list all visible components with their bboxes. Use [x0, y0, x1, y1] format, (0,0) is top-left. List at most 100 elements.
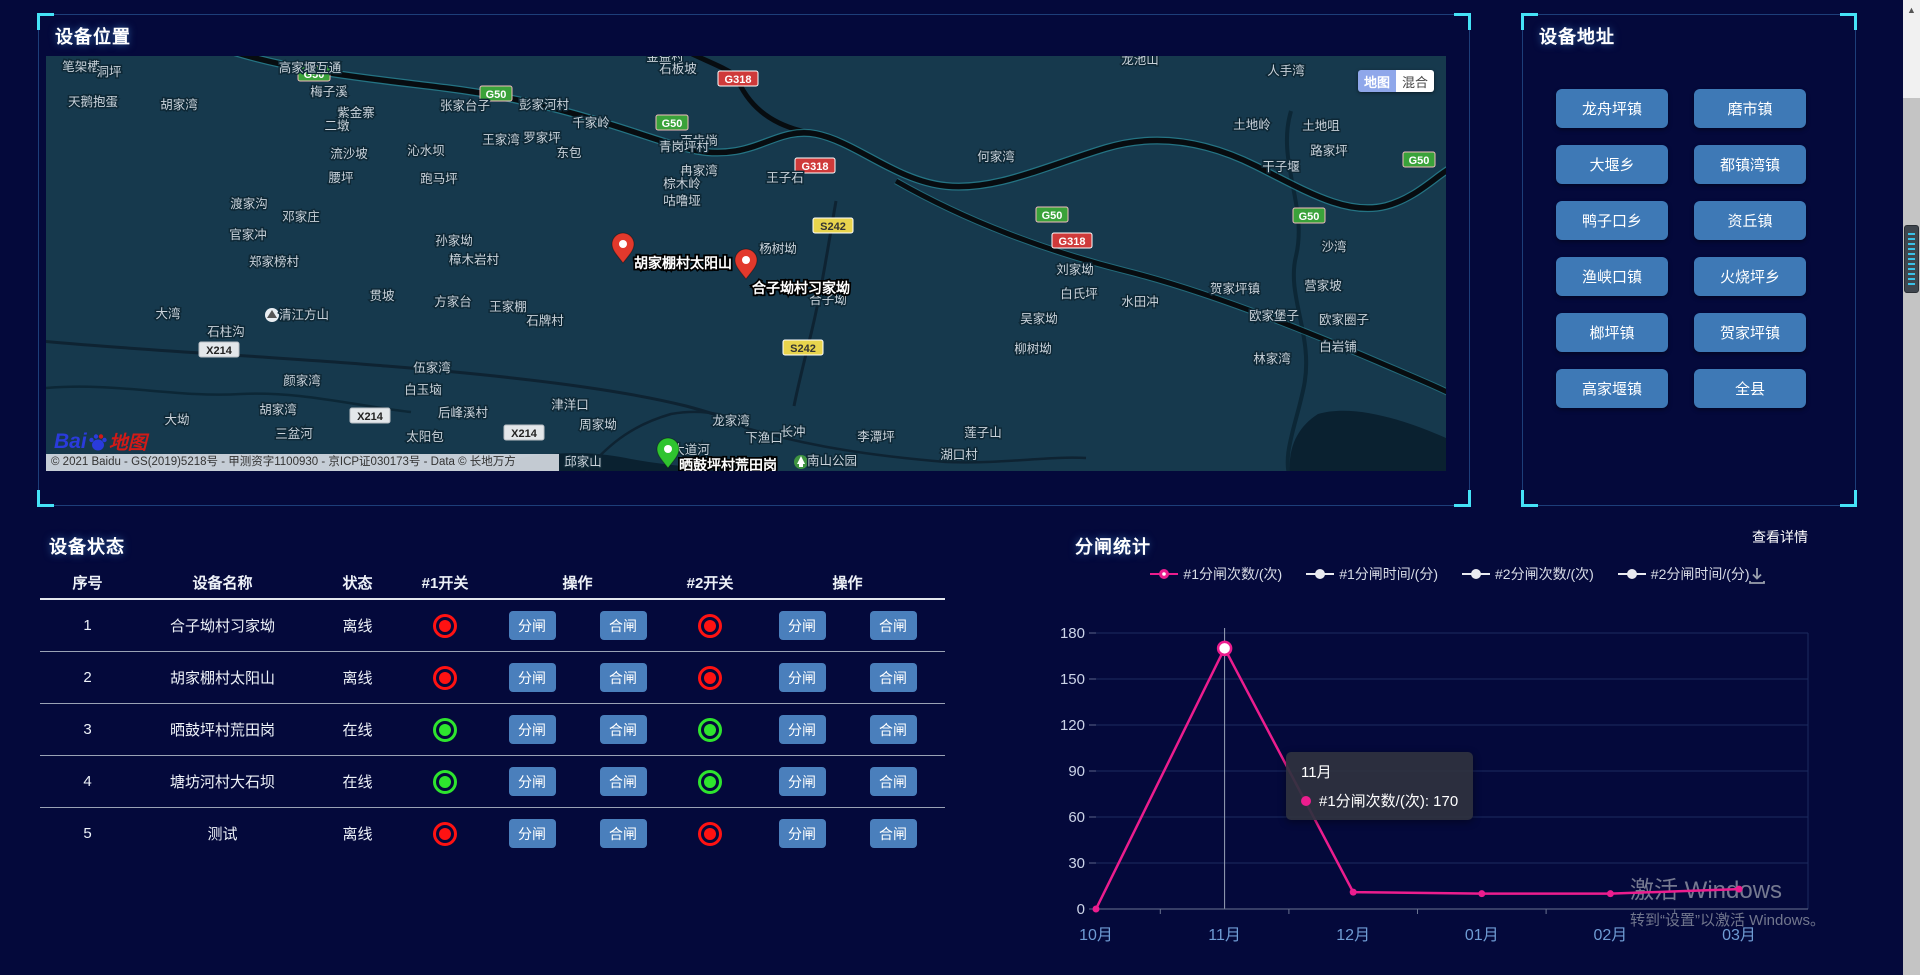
address-button[interactable]: 渔峡口镇	[1556, 257, 1668, 296]
tooltip-value: #1分闸次数/(次): 170	[1319, 790, 1458, 811]
scrollbar[interactable]: ▲	[1903, 0, 1920, 975]
map-place-label: 罗家坪	[523, 130, 561, 145]
map-canvas[interactable]: G50G50G50G50G50G50G318G318G318S242S242X2…	[46, 56, 1446, 471]
map-place-label: 贯坡	[369, 289, 395, 303]
svg-text:G50: G50	[1042, 210, 1063, 222]
highlighted-data-point[interactable]	[1218, 642, 1231, 655]
map-copyright: © 2021 Baidu - GS(2019)5218号 - 甲测资字11009…	[46, 454, 559, 471]
open-switch-button[interactable]: 分闸	[779, 715, 826, 744]
close-switch-button[interactable]: 合闸	[600, 767, 647, 796]
address-button[interactable]: 全县	[1694, 369, 1806, 408]
legend-item[interactable]: #2分闸次数/(次)	[1462, 564, 1594, 584]
legend-label: #1分闸时间/(分)	[1339, 564, 1438, 584]
map-place-label: 孙家坳	[435, 233, 473, 248]
corner-decoration	[37, 13, 54, 30]
corner-decoration	[1521, 490, 1538, 507]
address-button[interactable]: 贺家坪镇	[1694, 313, 1806, 352]
open-switch-button[interactable]: 分闸	[779, 663, 826, 692]
map-place-label: 大湾	[155, 306, 180, 321]
baidu-logo-map-text: 地图	[109, 428, 147, 455]
map-type-control: 地图 混合	[1358, 70, 1434, 92]
open-switch-button[interactable]: 分闸	[509, 611, 556, 640]
map-place-label: 方家台	[434, 294, 472, 309]
open-switch-button[interactable]: 分闸	[779, 767, 826, 796]
baidu-logo[interactable]: Bai 地图	[54, 428, 147, 455]
map-place-label: 颜家湾	[283, 373, 321, 388]
close-switch-button[interactable]: 合闸	[870, 611, 917, 640]
map-place-label: 千家岭	[572, 115, 610, 130]
svg-text:G50: G50	[1299, 211, 1320, 223]
open-switch-button[interactable]: 分闸	[779, 819, 826, 848]
corner-decoration	[1840, 490, 1857, 507]
close-switch-button[interactable]: 合闸	[600, 663, 647, 692]
map-place-label: 棕木岭	[663, 176, 701, 191]
close-switch-button[interactable]: 合闸	[870, 715, 917, 744]
map-place-label: 龙家湾	[712, 413, 750, 428]
address-button[interactable]: 龙舟坪镇	[1556, 89, 1668, 128]
map-place-label: 湖口村	[940, 447, 978, 462]
map-place-label: 跑马坪	[420, 172, 458, 186]
operation-cell: 分闸 合闸	[750, 819, 945, 848]
scrollbar-thumb[interactable]	[1904, 225, 1919, 293]
legend-item[interactable]: #1分闸次数/(次)	[1150, 564, 1282, 584]
close-switch-button[interactable]: 合闸	[870, 767, 917, 796]
map-place-label: 欧家圈子	[1319, 312, 1369, 327]
table-header-cell: 操作	[750, 572, 945, 593]
table-row: 5测试离线分闸合闸分闸合闸	[40, 808, 945, 859]
map-place-label: 胡家湾	[259, 402, 297, 417]
baidu-map[interactable]: G50G50G50G50G50G50G318G318G318S242S242X2…	[46, 56, 1446, 471]
map-place-label: 洞坪	[96, 65, 121, 79]
data-point[interactable]	[1607, 890, 1614, 897]
view-details-link[interactable]: 查看详情	[1752, 527, 1808, 547]
chart-tooltip: 11月 #1分闸次数/(次): 170	[1286, 752, 1473, 820]
legend-item[interactable]: #2分闸时间/(分)	[1618, 564, 1750, 584]
legend-marker-icon	[1306, 568, 1334, 580]
close-switch-button[interactable]: 合闸	[600, 611, 647, 640]
close-switch-button[interactable]: 合闸	[870, 819, 917, 848]
map-place-label: 腰坪	[328, 171, 353, 185]
address-button[interactable]: 资丘镇	[1694, 201, 1806, 240]
map-type-map-button[interactable]: 地图	[1358, 70, 1396, 92]
operation-cell: 分闸 合闸	[485, 819, 670, 848]
open-switch-button[interactable]: 分闸	[779, 611, 826, 640]
switch-indicator-cell	[670, 614, 750, 638]
address-button[interactable]: 高家堰镇	[1556, 369, 1668, 408]
map-pin-label: 胡家棚村太阳山	[634, 255, 732, 271]
map-place-label: 太阳包	[406, 429, 444, 444]
map-place-label: 王家棚	[489, 299, 527, 314]
data-point[interactable]	[1350, 889, 1357, 896]
address-button[interactable]: 磨市镇	[1694, 89, 1806, 128]
data-point[interactable]	[1478, 890, 1485, 897]
address-button[interactable]: 鸭子口乡	[1556, 201, 1668, 240]
x-axis-tick-label: 03月	[1722, 927, 1756, 944]
road-shield: S242	[783, 340, 823, 355]
open-switch-button[interactable]: 分闸	[509, 715, 556, 744]
open-switch-button[interactable]: 分闸	[509, 767, 556, 796]
address-button[interactable]: 都镇湾镇	[1694, 145, 1806, 184]
map-place-label: 龙池山	[1121, 56, 1159, 67]
switch-indicator-green	[698, 770, 722, 794]
close-switch-button[interactable]: 合闸	[600, 819, 647, 848]
legend-item[interactable]: #1分闸时间/(分)	[1306, 564, 1438, 584]
data-point[interactable]	[1736, 886, 1743, 893]
switch-indicator-cell	[405, 614, 485, 638]
map-place-label: 吴家坳	[1020, 311, 1058, 326]
address-button[interactable]: 榔坪镇	[1556, 313, 1668, 352]
data-point[interactable]	[1093, 906, 1100, 913]
x-axis-tick-label: 02月	[1593, 927, 1627, 944]
road-shield: G318	[718, 71, 758, 86]
map-place-label: 白氏坪	[1060, 286, 1098, 301]
open-switch-button[interactable]: 分闸	[509, 663, 556, 692]
close-switch-button[interactable]: 合闸	[870, 663, 917, 692]
open-switch-button[interactable]: 分闸	[509, 819, 556, 848]
legend-marker-icon	[1150, 568, 1178, 580]
close-switch-button[interactable]: 合闸	[600, 715, 647, 744]
address-button[interactable]: 大堰乡	[1556, 145, 1668, 184]
row-index: 3	[40, 721, 135, 738]
address-button[interactable]: 火烧坪乡	[1694, 257, 1806, 296]
map-type-hybrid-button[interactable]: 混合	[1396, 70, 1434, 92]
scrollbar-up-arrow[interactable]: ▲	[1903, 0, 1920, 98]
map-place-label: 杨树坳	[759, 241, 797, 256]
map-place-label: 王家湾	[482, 132, 520, 147]
map-place-label: 长冲	[780, 424, 805, 439]
